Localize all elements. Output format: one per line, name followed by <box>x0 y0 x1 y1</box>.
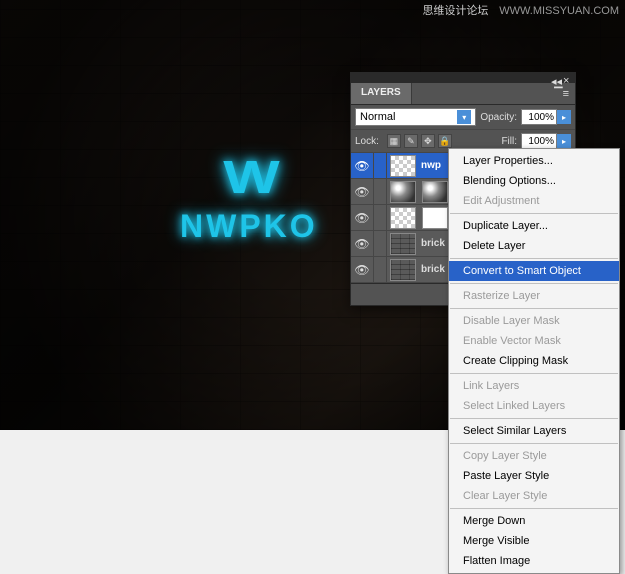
link-column[interactable] <box>373 231 387 256</box>
menu-separator <box>450 258 618 259</box>
menu-item: Rasterize Layer <box>449 286 619 306</box>
tab-layers[interactable]: LAYERS <box>351 83 412 104</box>
menu-separator <box>450 443 618 444</box>
panel-menu-button[interactable]: ▔≡ <box>548 83 575 104</box>
watermark-top: 思维设计论坛 WWW.MISSYUAN.COM <box>422 2 619 18</box>
visibility-icon[interactable]: 👁 <box>351 159 373 173</box>
visibility-icon[interactable]: 👁 <box>351 185 373 199</box>
menu-separator <box>450 308 618 309</box>
blend-mode-dropdown[interactable]: Normal ▾ <box>355 108 476 126</box>
lock-icons: ▦ ✎ ✥ 🔒 <box>387 134 452 148</box>
layer-thumbnail[interactable] <box>390 207 416 229</box>
lock-all-icon[interactable]: 🔒 <box>438 134 452 148</box>
menu-separator <box>450 508 618 509</box>
chevron-down-icon: ▾ <box>457 110 471 124</box>
menu-item: Disable Layer Mask <box>449 311 619 331</box>
watermark-top-cn: 思维设计论坛 <box>422 5 488 17</box>
collapse-icon[interactable]: ◂◂ <box>551 75 559 81</box>
layer-thumbnail[interactable] <box>390 155 416 177</box>
visibility-icon[interactable]: 👁 <box>351 211 373 225</box>
link-column[interactable] <box>373 179 387 204</box>
menu-item[interactable]: Layer Properties... <box>449 151 619 171</box>
visibility-icon[interactable]: 👁 <box>351 237 373 251</box>
opacity-input[interactable] <box>521 109 557 125</box>
opacity-flyout-icon[interactable]: ▸ <box>557 110 571 124</box>
visibility-icon[interactable]: 👁 <box>351 263 373 277</box>
lock-label: Lock: <box>355 136 379 147</box>
menu-item: Clear Layer Style <box>449 486 619 506</box>
menu-item: Enable Vector Mask <box>449 331 619 351</box>
fill-field[interactable]: ▸ <box>521 133 571 149</box>
menu-separator <box>450 283 618 284</box>
panel-titlebar[interactable]: ◂◂ × <box>351 73 575 83</box>
link-column[interactable] <box>373 153 387 178</box>
menu-item: Select Linked Layers <box>449 396 619 416</box>
layer-thumbnail[interactable] <box>390 233 416 255</box>
fill-label: Fill: <box>501 136 517 147</box>
link-column[interactable] <box>373 257 387 282</box>
menu-item: Link Layers <box>449 376 619 396</box>
watermark-top-url: WWW.MISSYUAN.COM <box>499 5 619 17</box>
close-icon[interactable]: × <box>563 75 571 81</box>
menu-item[interactable]: Paste Layer Style <box>449 466 619 486</box>
lock-position-icon[interactable]: ✥ <box>421 134 435 148</box>
blend-row: Normal ▾ Opacity: ▸ <box>351 105 575 130</box>
layer-thumbnail[interactable] <box>422 207 448 229</box>
menu-item[interactable]: Delete Layer <box>449 236 619 256</box>
menu-item[interactable]: Select Similar Layers <box>449 421 619 441</box>
menu-item[interactable]: Duplicate Layer... <box>449 216 619 236</box>
menu-separator <box>450 213 618 214</box>
layer-thumbnail[interactable] <box>422 181 448 203</box>
menu-item[interactable]: Create Clipping Mask <box>449 351 619 371</box>
menu-separator <box>450 373 618 374</box>
menu-item: Edit Adjustment <box>449 191 619 211</box>
menu-item[interactable]: Convert to Smart Object <box>449 261 619 281</box>
layer-context-menu[interactable]: Layer Properties...Blending Options...Ed… <box>448 148 620 574</box>
link-column[interactable] <box>373 205 387 230</box>
layer-thumbnail[interactable] <box>390 259 416 281</box>
neon-text: NWPKO <box>180 208 318 245</box>
fill-input[interactable] <box>521 133 557 149</box>
menu-item[interactable]: Merge Visible <box>449 531 619 551</box>
neon-artwork: W NWPKO <box>180 150 318 245</box>
menu-item[interactable]: Merge Down <box>449 511 619 531</box>
blend-mode-value: Normal <box>360 111 395 123</box>
opacity-field[interactable]: ▸ <box>521 109 571 125</box>
panel-tabs: LAYERS ▔≡ <box>351 83 575 105</box>
neon-logo: W <box>159 150 338 204</box>
layer-thumbnail[interactable] <box>390 181 416 203</box>
menu-item: Copy Layer Style <box>449 446 619 466</box>
fill-flyout-icon[interactable]: ▸ <box>557 134 571 148</box>
lock-pixels-icon[interactable]: ✎ <box>404 134 418 148</box>
opacity-label: Opacity: <box>480 112 517 123</box>
lock-transparency-icon[interactable]: ▦ <box>387 134 401 148</box>
menu-separator <box>450 418 618 419</box>
menu-item[interactable]: Flatten Image <box>449 551 619 571</box>
menu-item[interactable]: Blending Options... <box>449 171 619 191</box>
